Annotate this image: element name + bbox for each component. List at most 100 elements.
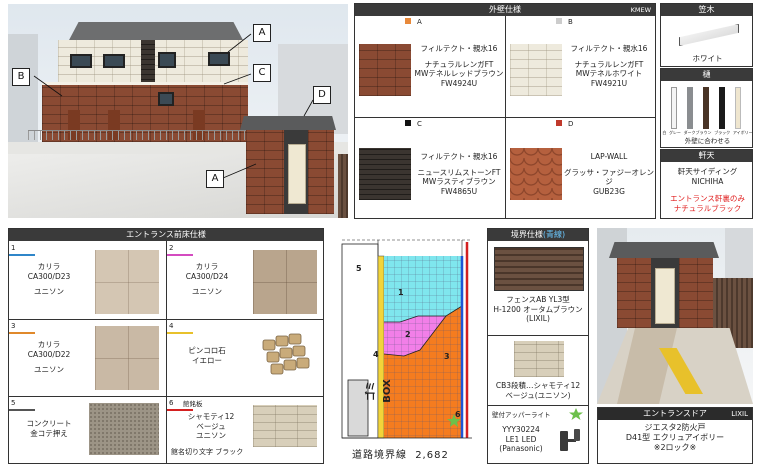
floor-6-colorline — [167, 409, 193, 411]
toi-color-2: ダークブラウン — [683, 130, 712, 135]
callout-a-lower: A — [206, 170, 224, 188]
light-sample — [558, 423, 582, 459]
entrance-door-header: エントランスドア LIXIL — [598, 408, 752, 420]
fence-sample — [494, 247, 584, 291]
kasagi-color: ホワイト — [692, 54, 723, 63]
plan-zone-6: 6 — [455, 410, 461, 419]
toi-color-4: アイボリー — [732, 130, 753, 135]
wall-b-line3: MWテネルホワイト — [575, 69, 643, 78]
floor-2-sample — [253, 250, 317, 314]
toi-swatch-gray — [687, 87, 693, 129]
boundary-title-highlight: (青線) — [542, 230, 566, 239]
plan-zone-1: 1 — [398, 288, 404, 297]
entrance-door-maker: LIXIL — [731, 410, 748, 418]
toi-color-1: グレー — [668, 130, 681, 135]
wall-b-line2: ナチュラルレンガFT — [574, 59, 644, 69]
plan-zone-5: 5 — [356, 264, 362, 273]
wall-b-sample — [510, 44, 562, 96]
entrance-door-line2: D41型 エクリュアイボリー — [625, 433, 725, 442]
floor-3-num: 3 — [11, 322, 16, 330]
kasagi-panel: 笠木 ホワイト — [660, 3, 753, 67]
callout-b: B — [12, 68, 30, 86]
floor-1-colorline — [9, 254, 35, 256]
floor-6-line1: シャモティ12 — [187, 412, 235, 421]
wall-item-c: C フィルテクト・親水16 ニュースリムストーンFT MWラスティブラウン FW… — [355, 118, 505, 218]
wall-d-code: D — [568, 120, 574, 128]
boundary-title: 境界仕様 — [510, 230, 543, 239]
wall-a-code: A — [417, 18, 422, 26]
wall-a-line3: MWテネルレッドブラウン — [414, 69, 504, 78]
floor-4-line1: ピンコロ石 — [188, 346, 226, 355]
wall-c-line1: フィルテクト・親水16 — [420, 152, 498, 161]
block-line2: ベージュ(ユニソン) — [505, 390, 571, 400]
wall-c-swatch — [405, 120, 411, 126]
entrance-door-line1: ジエスタ2防火戸 — [644, 423, 706, 432]
floor-6-line3: ユニソン — [196, 431, 226, 440]
callout-leaders — [33, 33, 314, 179]
floor-item-1: 1 カリラ CA300/D23 ユニソン — [9, 242, 166, 319]
boundary-panel: 境界仕様(青線) フェンスAB YL3型 H-1200 オータムブラウン (LI… — [487, 228, 589, 464]
floor-1-line1: カリラ — [37, 262, 61, 271]
wall-c-code: C — [417, 120, 422, 128]
plan-boundary-label: 道路境界線 — [352, 450, 407, 461]
floor-5-sample — [89, 403, 159, 455]
entrance-floor-panel: エントランス前床仕様 1 カリラ CA300/D23 ユニソン 2 カリラ CA… — [8, 228, 324, 464]
floor-2-num: 2 — [169, 244, 174, 252]
floor-1-sample — [95, 250, 159, 314]
entrance-door-panel: エントランスドア LIXIL ジエスタ2防火戸 D41型 エクリュアイボリー ※… — [597, 407, 753, 464]
toi-swatch-ivory — [735, 87, 741, 129]
nokiten-title: 軒天 — [661, 150, 752, 162]
floor-item-2: 2 カリラ CA300/D24 ユニソン — [167, 242, 323, 319]
floor-1-line3: ユニソン — [34, 287, 64, 296]
wall-c-line4: FW4865U — [440, 186, 478, 196]
wall-b-line1: フィルテクト・親水16 — [570, 44, 648, 53]
star-icon — [569, 408, 583, 420]
toi-swatch-darkbrown — [703, 87, 709, 129]
kasagi-sample — [679, 24, 739, 46]
boundary-header: 境界仕様(青線) — [488, 229, 588, 241]
floor-4-line2: イエロー — [192, 355, 222, 365]
floor-4-num: 4 — [169, 322, 174, 330]
wall-b-swatch — [556, 18, 562, 24]
floor-4-colorline — [167, 332, 193, 334]
plan-gomi-box-label: ゴミBOX — [366, 379, 393, 403]
wall-b-code: B — [568, 18, 573, 26]
floor-5-line1: コンクリート — [26, 419, 72, 428]
plan-zone-3: 3 — [444, 352, 450, 361]
wall-a-line1: フィルテクト・親水16 — [420, 44, 498, 53]
wall-item-b: B フィルテクト・親水16 ナチュラルレンガFT MWテネルホワイト FW492… — [506, 16, 656, 117]
light-line2: LE1 LED — [505, 434, 537, 444]
entrance-floor-title: エントランス前床仕様 — [9, 229, 323, 241]
plan-boundary: 道路境界線 2,682 — [352, 446, 472, 461]
toi-swatch-white — [671, 87, 677, 129]
nokiten-note2: ナチュラルブラック — [673, 203, 742, 213]
floor-3-colorline — [9, 332, 35, 334]
floor-3-line2: CA300/D22 — [27, 349, 71, 359]
nokiten-line2: NICHIHA — [691, 176, 724, 186]
wall-d-line1: LAP-WALL — [590, 152, 628, 161]
nokiten-line1: 軒天サイディング — [677, 167, 738, 176]
fence-line2: H-1200 オータムブラウン — [493, 304, 583, 314]
wall-item-a: A フィルテクト・親水16 ナチュラルレンガFT MWテネルレッドブラウン FW… — [355, 16, 505, 117]
wall-a-sample — [359, 44, 411, 96]
block-line1: CB3段積…シャモティ12 — [495, 381, 581, 390]
toi-note: 外壁に合わせる — [684, 137, 731, 145]
exterior-wall-panel: 外壁仕様 KMEW A フィルテクト・親水16 ナチュラルレンガFT MWテネル… — [354, 3, 656, 219]
floor-item-5: 5 コンクリート 金コテ押え — [9, 397, 166, 463]
plan-zone-2: 2 — [405, 330, 411, 339]
toi-color-0: 白 — [662, 130, 667, 135]
plan-zone-4: 4 — [373, 350, 379, 359]
wall-a-line4: FW4924U — [440, 78, 478, 88]
plan-boundary-value: 2,682 — [415, 450, 449, 461]
floor-6-line4: 館名切り文字 ブラック — [171, 448, 244, 456]
nokiten-panel: 軒天 軒天サイディング NICHIHA エントランス軒裏のみ ナチュラルブラック — [660, 149, 753, 219]
floor-2-line3: ユニソン — [192, 287, 222, 296]
exterior-wall-maker: KMEW — [630, 6, 651, 14]
floor-2-line2: CA300/D24 — [185, 271, 229, 281]
entrance-door-line3: ※2ロック※ — [653, 443, 697, 452]
wall-d-swatch — [556, 120, 562, 126]
light-line0: 壁付アッパーライト — [492, 411, 551, 419]
exterior-wall-title: 外壁仕様 — [489, 5, 521, 14]
floor-4-sample — [262, 333, 310, 375]
wall-c-sample — [359, 148, 411, 200]
